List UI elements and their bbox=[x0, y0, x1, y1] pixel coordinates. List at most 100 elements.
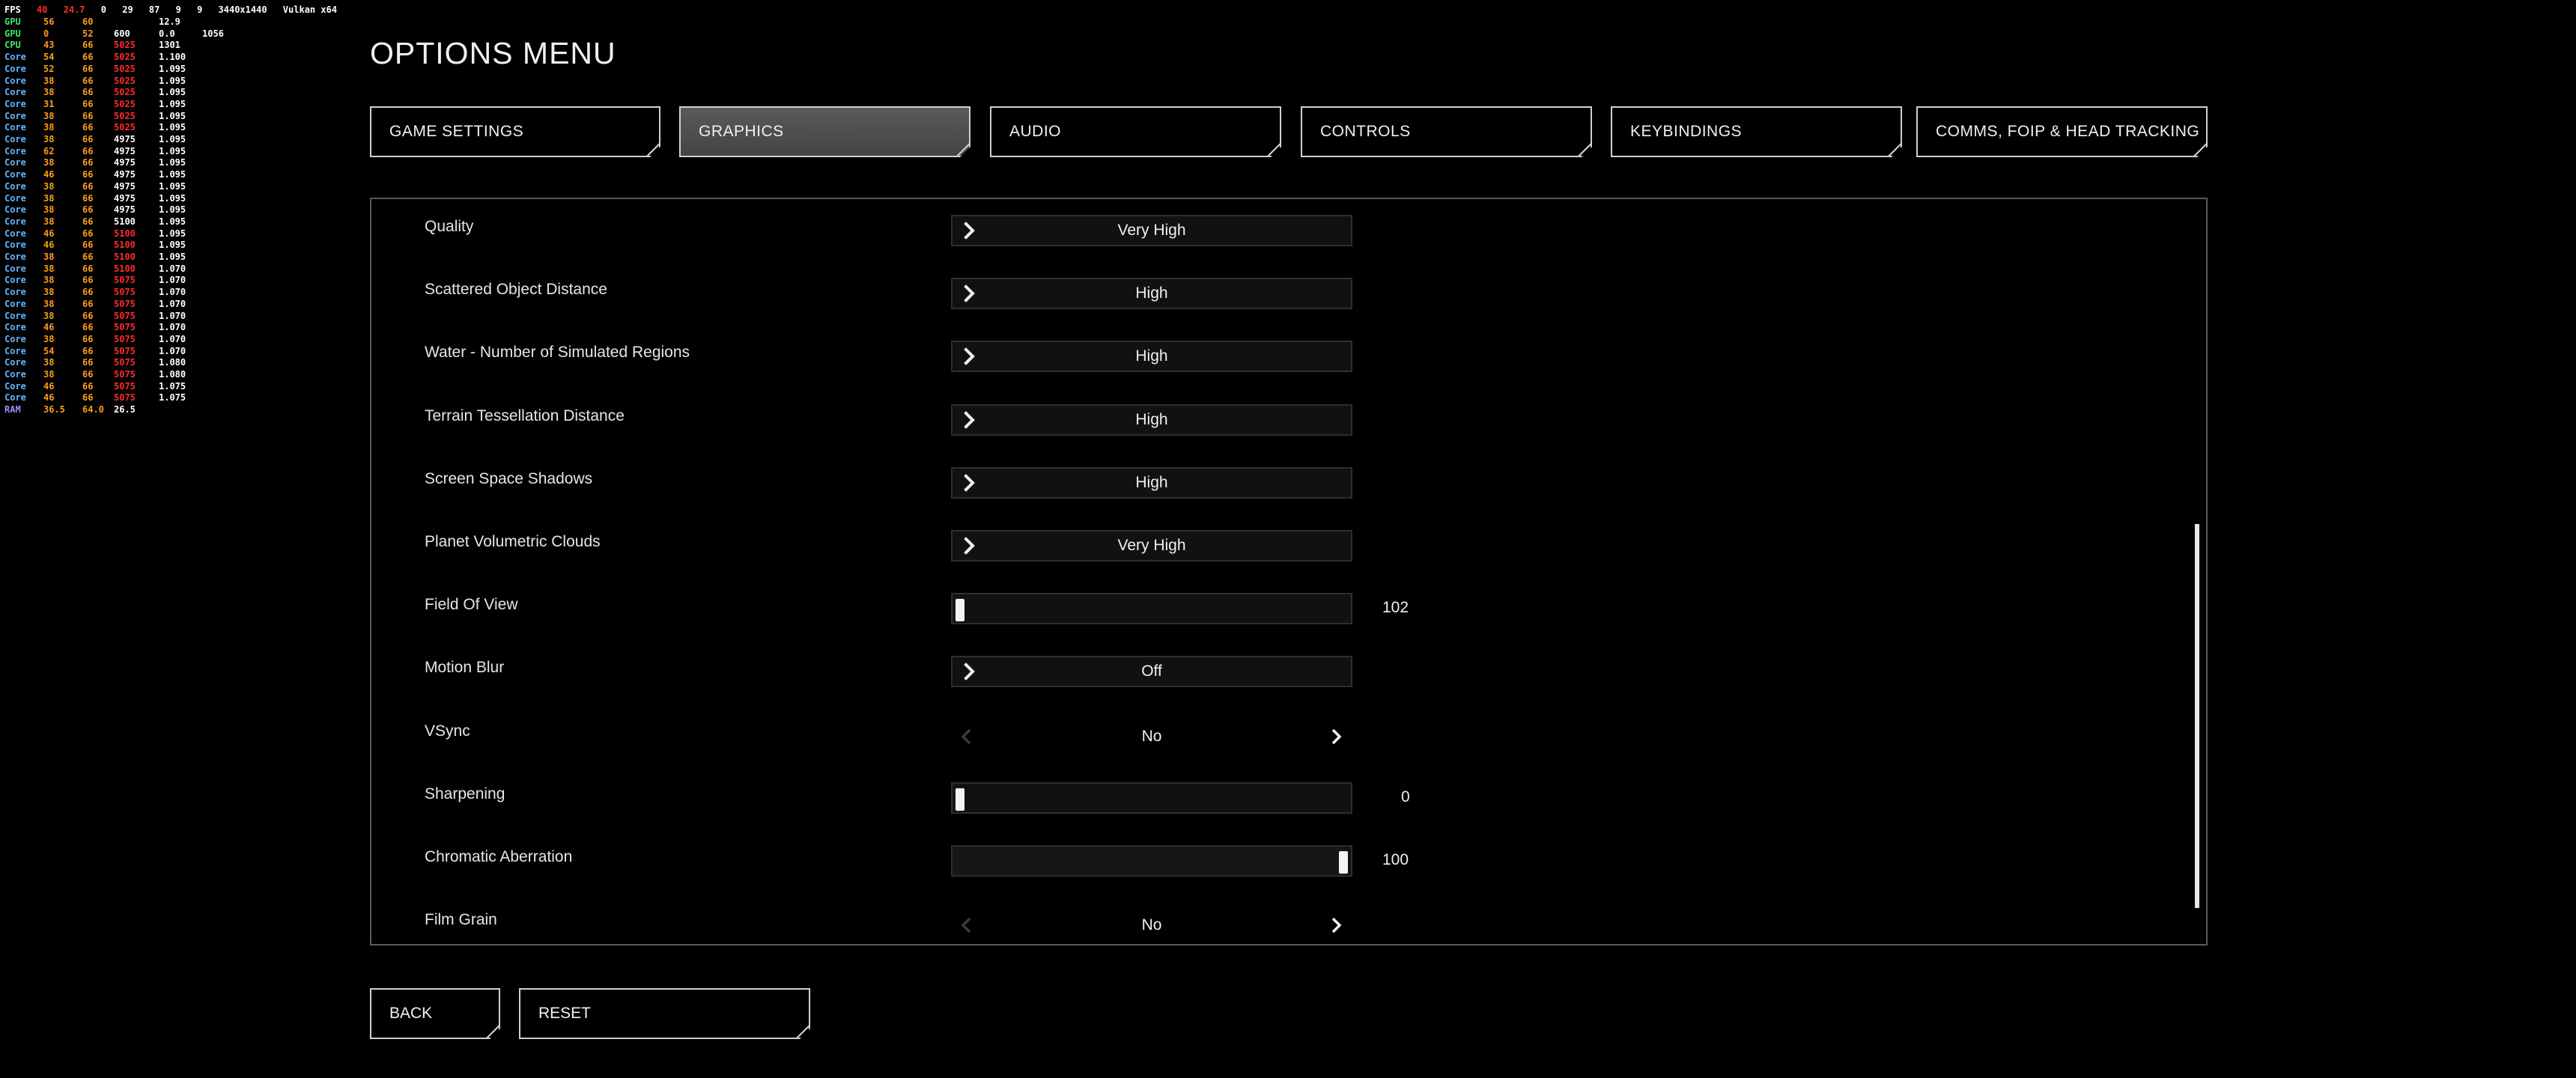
setting-slider-field-of-view[interactable] bbox=[951, 593, 1352, 625]
perf-cell: 66 bbox=[82, 145, 94, 156]
perf-cell: Core bbox=[4, 192, 26, 204]
setting-select-screen-space-shadows[interactable]: High bbox=[951, 466, 1352, 499]
perf-value: 29 bbox=[122, 4, 133, 15]
perf-cell: 1.095 bbox=[159, 240, 186, 251]
tab-game-settings[interactable]: GAME SETTINGS bbox=[370, 106, 660, 157]
settings-scrollbar[interactable] bbox=[2195, 524, 2199, 908]
perf-cell: 66 bbox=[82, 87, 94, 98]
perf-cell: 54 bbox=[43, 345, 55, 356]
reset-button[interactable]: RESET bbox=[519, 988, 810, 1039]
perf-cell: Core bbox=[4, 145, 26, 156]
perf-cell: 5075 bbox=[114, 310, 136, 321]
setting-toggle-vsync[interactable]: No bbox=[951, 721, 1352, 752]
perf-cell: Core bbox=[4, 322, 26, 333]
perf-cell: 66 bbox=[82, 75, 94, 86]
perf-cell: 1.100 bbox=[159, 52, 186, 63]
perf-cell: 5025 bbox=[114, 75, 136, 86]
perf-cell: 66 bbox=[82, 134, 94, 144]
perf-resolution: 3440x1440 bbox=[218, 4, 267, 15]
perf-cell: 1.095 bbox=[159, 157, 186, 168]
tab-label: KEYBINDINGS bbox=[1630, 123, 1743, 140]
perf-cell: 1.070 bbox=[159, 287, 186, 298]
tab-controls[interactable]: CONTROLS bbox=[1301, 106, 1592, 157]
setting-value: High bbox=[1135, 347, 1168, 365]
setting-select-terrain-tessellation-distance[interactable]: High bbox=[951, 404, 1352, 436]
perf-cell: 4975 bbox=[114, 204, 136, 216]
perf-cell: 5075 bbox=[114, 380, 136, 392]
perf-cell: 66 bbox=[82, 169, 94, 180]
setting-slider-chromatic-aberration[interactable] bbox=[951, 845, 1352, 877]
perf-cell: 1.070 bbox=[159, 333, 186, 344]
perf-cell: Core bbox=[4, 240, 26, 251]
slider-value-sharpening: 0 bbox=[1401, 788, 1410, 806]
perf-cell: 66 bbox=[82, 357, 94, 368]
back-button[interactable]: BACK bbox=[370, 988, 500, 1039]
setting-select-quality[interactable]: Very High bbox=[951, 215, 1352, 246]
perf-cell: 1.070 bbox=[159, 275, 186, 286]
tab-graphics[interactable]: GRAPHICS bbox=[679, 106, 970, 157]
perf-cell: Core bbox=[4, 392, 26, 404]
setting-select-planet-volumetric-clouds[interactable]: Very High bbox=[951, 530, 1352, 561]
perf-cell: 64.0 bbox=[82, 404, 104, 415]
setting-slider-sharpening[interactable] bbox=[951, 782, 1352, 814]
perf-cell: 66 bbox=[82, 392, 94, 404]
setting-label-quality: Quality bbox=[425, 218, 474, 235]
perf-cell: 4975 bbox=[114, 157, 136, 168]
perf-cell: 5025 bbox=[114, 122, 136, 133]
slider-handle[interactable] bbox=[1339, 851, 1348, 874]
perf-fps-value: 40 bbox=[36, 4, 48, 15]
perf-cell: 38 bbox=[43, 287, 55, 298]
perf-cell: 5100 bbox=[114, 240, 136, 251]
setting-toggle-film-grain[interactable]: No bbox=[951, 910, 1352, 941]
perf-cell: Core bbox=[4, 157, 26, 168]
perf-cell: 38 bbox=[43, 204, 55, 216]
setting-value: High bbox=[1135, 284, 1168, 302]
tab-comms-foip-head-tracking[interactable]: COMMS, FOIP & HEAD TRACKING bbox=[1916, 106, 2208, 157]
perf-cell: 4975 bbox=[114, 169, 136, 180]
perf-cell: Core bbox=[4, 216, 26, 227]
tab-keybindings[interactable]: KEYBINDINGS bbox=[1611, 106, 1902, 157]
perf-cell: 1.095 bbox=[159, 63, 186, 74]
tab-audio[interactable]: AUDIO bbox=[990, 106, 1281, 157]
perf-cell: 66 bbox=[82, 322, 94, 333]
setting-value: Very High bbox=[1117, 537, 1186, 554]
perf-cell: 1.095 bbox=[159, 192, 186, 204]
perf-cell: 66 bbox=[82, 369, 94, 380]
perf-cell: 46 bbox=[43, 322, 55, 333]
perf-cell: Core bbox=[4, 263, 26, 274]
perf-cell: Core bbox=[4, 87, 26, 98]
perf-cell: 1.095 bbox=[159, 252, 186, 262]
perf-cell: 1.095 bbox=[159, 169, 186, 180]
perf-cell: 1.095 bbox=[159, 216, 186, 227]
perf-cell: Core bbox=[4, 298, 26, 309]
perf-cell: 66 bbox=[82, 98, 94, 109]
perf-cell: 36.5 bbox=[43, 404, 65, 415]
setting-value: High bbox=[1135, 473, 1168, 491]
chevron-right-icon[interactable] bbox=[1327, 916, 1346, 935]
perf-cell: 4975 bbox=[114, 180, 136, 192]
perf-cell: 54 bbox=[43, 52, 55, 63]
slider-handle[interactable] bbox=[956, 788, 965, 811]
perf-cell: 0 bbox=[43, 28, 49, 39]
perf-cell: 5025 bbox=[114, 63, 136, 74]
perf-cell: 38 bbox=[43, 122, 55, 133]
slider-fill bbox=[953, 847, 1343, 875]
perf-cell: 38 bbox=[43, 369, 55, 380]
back-button-label: BACK bbox=[389, 1005, 433, 1022]
tab-label: AUDIO bbox=[1009, 123, 1062, 140]
slider-handle[interactable] bbox=[956, 599, 965, 622]
setting-label-scattered-object-distance: Scattered Object Distance bbox=[425, 281, 607, 299]
perf-cell: 38 bbox=[43, 87, 55, 98]
perf-cell: 5075 bbox=[114, 298, 136, 309]
perf-cell: 38 bbox=[43, 263, 55, 274]
setting-label-film-grain: Film Grain bbox=[425, 911, 497, 929]
perf-cell: 5075 bbox=[114, 369, 136, 380]
setting-select-scattered-object-distance[interactable]: High bbox=[951, 278, 1352, 310]
setting-select-motion-blur[interactable]: Off bbox=[951, 656, 1352, 688]
perf-cell: 52 bbox=[43, 63, 55, 74]
perf-cell: 46 bbox=[43, 240, 55, 251]
perf-cell: 5025 bbox=[114, 110, 136, 121]
perf-cell: GPU bbox=[4, 16, 21, 27]
setting-select-water-number-of-simulated-regions[interactable]: High bbox=[951, 341, 1352, 373]
chevron-right-icon[interactable] bbox=[1327, 727, 1346, 746]
